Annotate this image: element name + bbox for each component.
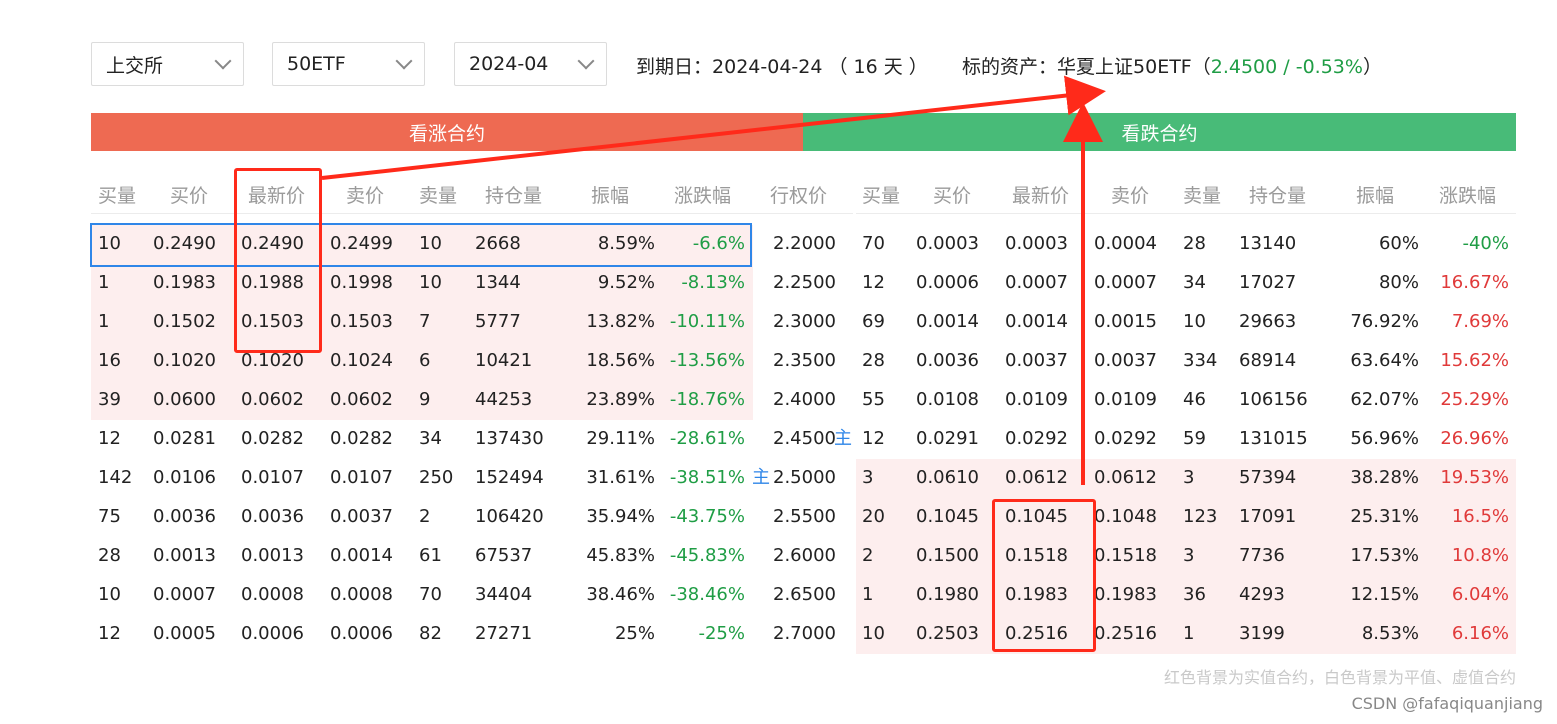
arrow-call-to-underlying: [321, 75, 1106, 180]
legend-footnote: 红色背景为实值合约，白色背景为平值、虚值合约: [1163, 668, 1516, 687]
annotation-arrows: [321, 75, 1106, 485]
watermark: CSDN @fafaqiquanjiang: [1351, 694, 1543, 713]
